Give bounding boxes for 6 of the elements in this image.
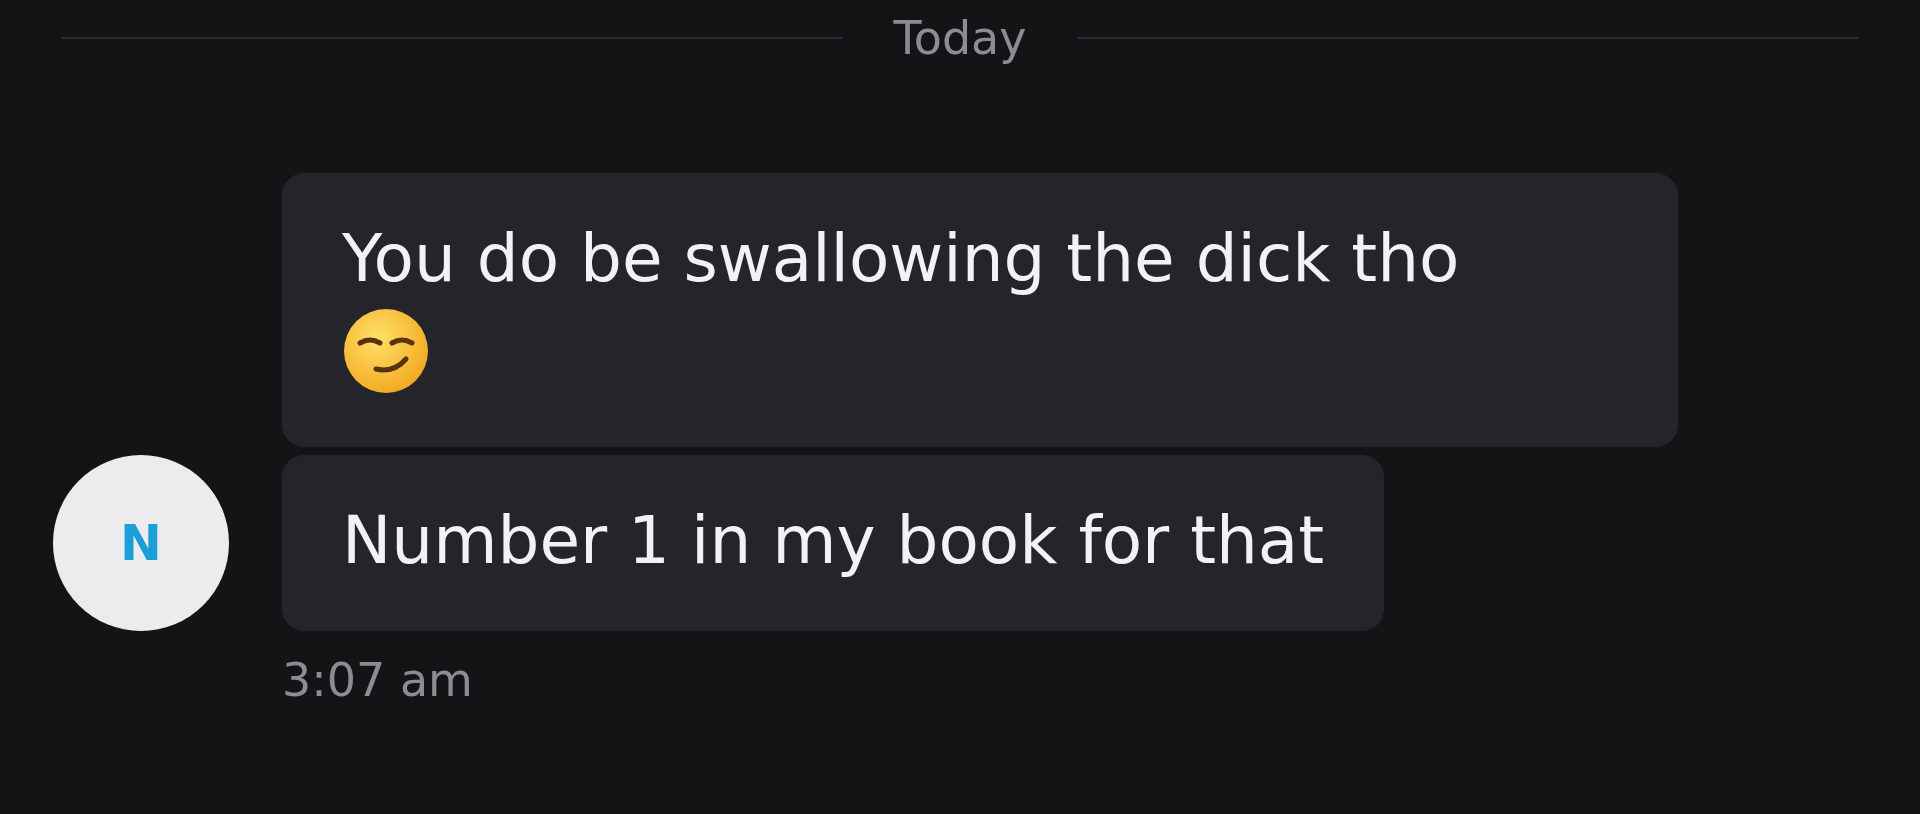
message-text: Number 1 in my book for that (342, 503, 1325, 579)
message-text: You do be swallowing the dick tho (342, 221, 1461, 297)
message-timestamp: 3:07 am (282, 653, 473, 707)
contact-avatar[interactable]: N (53, 455, 229, 631)
date-divider-label: Today (892, 10, 1028, 66)
smirking-face-icon (342, 307, 430, 395)
